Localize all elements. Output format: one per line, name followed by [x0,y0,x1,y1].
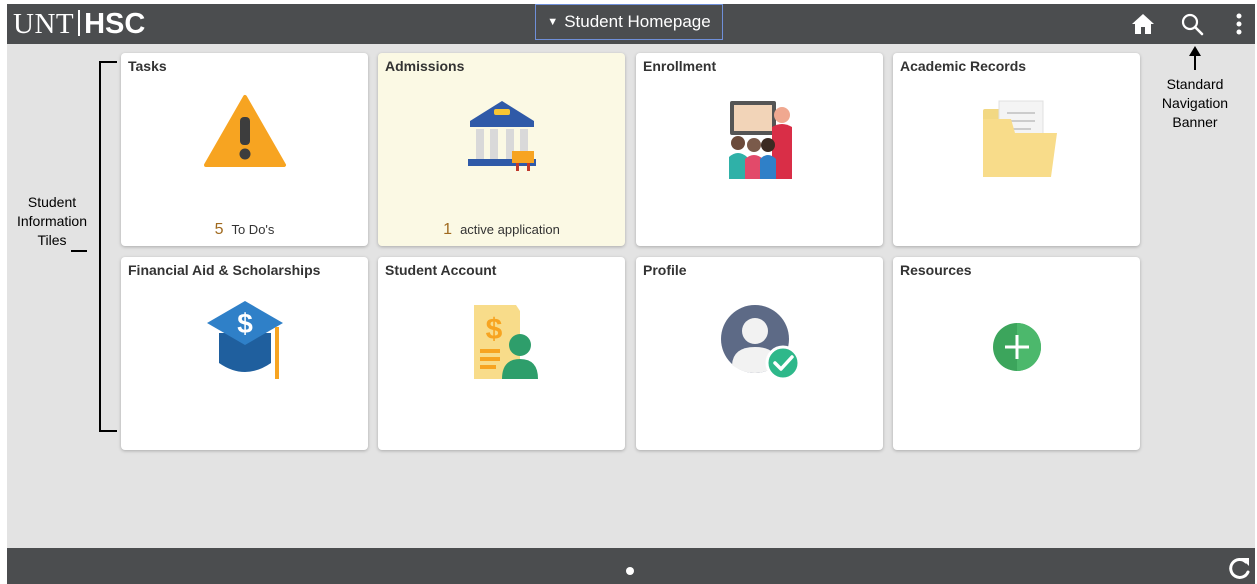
svg-text:$: $ [485,313,502,346]
navigation-banner: UNT HSC ▼ Student Homepage [7,4,1255,44]
classroom-icon [728,101,792,179]
tile-title: Financial Aid & Scholarships [128,262,321,278]
tile-resources[interactable]: Resources [893,257,1140,450]
banner-annotation: Standard Navigation Banner [1161,76,1229,130]
admissions-count: 1 active application [443,221,560,238]
tiles-bracket-bottom [99,430,117,432]
tile-financial-aid[interactable]: Financial Aid & Scholarships $ [121,257,368,450]
svg-text:$: $ [237,308,253,339]
page-indicator-dot[interactable] [626,567,634,575]
caret-down-icon: ▼ [547,16,559,28]
tile-title: Student Account [385,262,497,278]
search-button[interactable] [1176,8,1208,40]
arrow-up-icon [1189,46,1201,70]
graduation-cap-dollar-icon: $ [206,301,283,379]
homepage-screen: UNT HSC ▼ Student Homepage Tasks 5 To Do… [7,4,1255,584]
bill-user-icon: $ [473,305,538,379]
tile-student-account[interactable]: Student Account $ [378,257,625,450]
unt-hsc-logo[interactable]: UNT HSC [13,6,145,42]
vertical-ellipsis-icon [1236,13,1242,35]
tiles-bracket-line [99,61,101,432]
homepage-selector[interactable]: ▼ Student Homepage [535,4,723,40]
warning-icon [203,95,286,167]
tile-admissions[interactable]: Admissions 1 active application [378,53,625,246]
bank-icon [467,101,536,171]
tile-title: Admissions [385,58,465,74]
search-icon [1181,13,1204,36]
homepage-selector-label: Student Homepage [564,12,711,31]
tile-title: Enrollment [643,58,717,74]
tile-title: Academic Records [900,58,1027,74]
tile-enrollment[interactable]: Enrollment [636,53,883,246]
tasks-count: 5 To Do's [214,221,275,238]
actions-menu-button[interactable] [1223,8,1255,40]
home-button[interactable] [1127,8,1159,40]
tile-title: Profile [643,262,687,278]
footer-bar [7,548,1255,584]
tile-academic-records[interactable]: Academic Records [893,53,1140,246]
plus-circle-icon [992,323,1041,371]
tiles-annotation: Student Information Tiles [16,194,88,248]
tiles-pointer [71,250,87,252]
refresh-icon[interactable] [1226,554,1254,582]
folder-icon [982,100,1057,177]
tile-title: Tasks [128,58,167,74]
user-check-icon [720,305,800,381]
tile-tasks[interactable]: Tasks 5 To Do's [121,53,368,246]
tile-title: Resources [900,262,972,278]
home-icon [1132,14,1154,34]
tiles-bracket-top [99,61,117,63]
tile-profile[interactable]: Profile [636,257,883,450]
